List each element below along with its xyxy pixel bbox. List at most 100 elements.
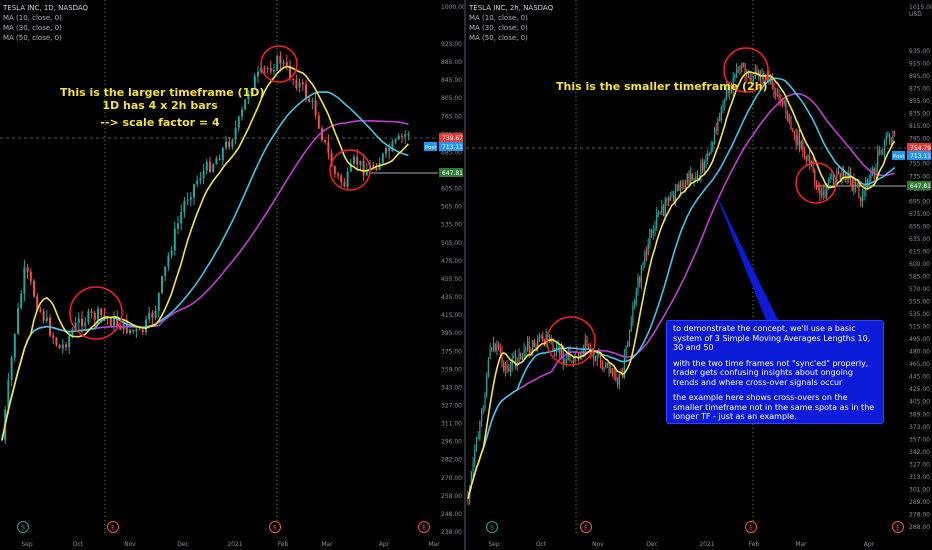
candle-body bbox=[890, 139, 892, 142]
price-tick-label: 270.00 bbox=[441, 475, 462, 482]
time-tick-label: Dec bbox=[177, 541, 189, 548]
candle-body bbox=[807, 155, 809, 161]
candle-body bbox=[686, 173, 688, 183]
candle-body bbox=[572, 362, 574, 364]
price-tick-label: 455.00 bbox=[441, 276, 462, 283]
time-tick-label: Oct bbox=[73, 541, 84, 548]
candle-body bbox=[640, 264, 642, 283]
candle-body bbox=[301, 82, 304, 85]
candle-body bbox=[853, 179, 855, 191]
candle-body bbox=[734, 74, 736, 79]
candle-body bbox=[170, 250, 173, 256]
candle-body bbox=[878, 150, 880, 152]
candle-body bbox=[739, 66, 741, 71]
candle-body bbox=[606, 362, 608, 364]
time-tick-label: Nov bbox=[592, 541, 604, 548]
candle-body bbox=[173, 228, 176, 251]
price-tick-label: 475.00 bbox=[441, 258, 462, 265]
candle-body bbox=[882, 153, 884, 155]
candle-body bbox=[832, 175, 835, 187]
candle-body bbox=[26, 267, 29, 272]
price-tick-label: 405.00 bbox=[909, 399, 930, 406]
candle-body bbox=[528, 341, 530, 353]
candle-body bbox=[805, 156, 807, 161]
candle-body bbox=[778, 94, 780, 100]
candle-body bbox=[696, 176, 699, 179]
candle-body bbox=[681, 183, 683, 186]
candle-body bbox=[800, 140, 802, 149]
candle-body bbox=[515, 356, 517, 367]
candle-body bbox=[676, 184, 678, 191]
candle-body bbox=[477, 437, 479, 439]
candle-body bbox=[639, 277, 641, 283]
event-marker-label: S bbox=[490, 525, 494, 532]
candle-body bbox=[321, 128, 323, 140]
candle-body bbox=[669, 197, 671, 201]
candle-body bbox=[234, 127, 237, 140]
candle-body bbox=[487, 359, 489, 377]
candle-body bbox=[492, 343, 495, 348]
time-tick-label: Sep bbox=[488, 541, 500, 548]
candle-body bbox=[736, 69, 738, 75]
candle-body bbox=[196, 180, 199, 185]
candle-body bbox=[474, 449, 476, 463]
candle-body bbox=[814, 170, 816, 183]
candle-body bbox=[55, 337, 58, 345]
right-symbol-title: TESLA INC, 2h, NASDAQ bbox=[469, 4, 554, 12]
candle-body bbox=[691, 173, 693, 181]
candle-body bbox=[282, 62, 285, 64]
candle-body bbox=[586, 339, 588, 347]
candle-body bbox=[601, 361, 603, 370]
candle-body bbox=[148, 312, 151, 320]
candle-body bbox=[637, 277, 639, 292]
candle-body bbox=[305, 84, 307, 99]
ma30-line bbox=[467, 77, 896, 499]
candle-body bbox=[228, 141, 231, 147]
candle-body bbox=[625, 346, 627, 356]
candle-body bbox=[717, 119, 719, 131]
left-ma30-label: MA (30, close, 0) bbox=[3, 24, 62, 32]
candle-body bbox=[851, 179, 853, 191]
candle-body bbox=[65, 344, 67, 348]
price-tick-label: 415.00 bbox=[441, 312, 462, 319]
level-text: 647.81 bbox=[442, 170, 463, 177]
candle-body bbox=[231, 139, 234, 147]
candle-body bbox=[81, 318, 83, 327]
left-annotation-line1: This is the larger timeframe (1D) bbox=[60, 86, 265, 99]
price-tick-label: 535.00 bbox=[441, 222, 462, 229]
candle-body bbox=[494, 343, 496, 351]
candle-body bbox=[892, 131, 894, 142]
candle-body bbox=[221, 148, 224, 161]
callout-paragraph-1: to demonstrate the concept, we'll use a … bbox=[673, 324, 871, 352]
candle-body bbox=[404, 134, 407, 137]
callout-paragraph-2: with the two time frames not "sync'ed" p… bbox=[673, 358, 869, 387]
candle-body bbox=[894, 131, 896, 133]
candle-body bbox=[100, 308, 103, 315]
candle-body bbox=[484, 394, 486, 408]
price-tick-label: 1015.00 bbox=[909, 4, 932, 11]
left-chart-pane[interactable]: 1000.00925.00885.00845.00805.00765.00725… bbox=[0, 0, 464, 550]
time-tick-label: Nov bbox=[124, 541, 136, 548]
candle-body bbox=[186, 199, 189, 201]
candle-body bbox=[205, 161, 208, 171]
candle-body bbox=[662, 205, 665, 216]
time-tick-label: Apr bbox=[379, 541, 390, 548]
candle-body bbox=[499, 348, 501, 353]
candle-body bbox=[513, 356, 515, 359]
candle-body bbox=[273, 70, 275, 72]
candle-body bbox=[362, 160, 365, 176]
candle-body bbox=[693, 179, 695, 181]
candle-body bbox=[608, 362, 610, 373]
right-chart-pane[interactable]: 1015.00 USD 935.00 915.00 895.00 875.00 855.00… bbox=[466, 0, 932, 550]
price-tick-label: 835.00 bbox=[909, 111, 930, 118]
left-chart-canvas[interactable]: 1000.00925.00885.00845.00805.00765.00725… bbox=[0, 0, 464, 550]
candle-body bbox=[486, 376, 488, 395]
price-tick-label: 935.00 bbox=[909, 48, 930, 55]
callout-paragraph-3: the example here shows cross-overs on th… bbox=[673, 393, 875, 421]
price-tick-label: 635.00 bbox=[909, 236, 930, 243]
candle-body bbox=[577, 352, 580, 357]
time-tick-label: Oct bbox=[536, 541, 547, 548]
price-tick-label: 357.00 bbox=[909, 436, 930, 443]
candle-body bbox=[151, 312, 154, 318]
candle-body bbox=[773, 84, 775, 94]
